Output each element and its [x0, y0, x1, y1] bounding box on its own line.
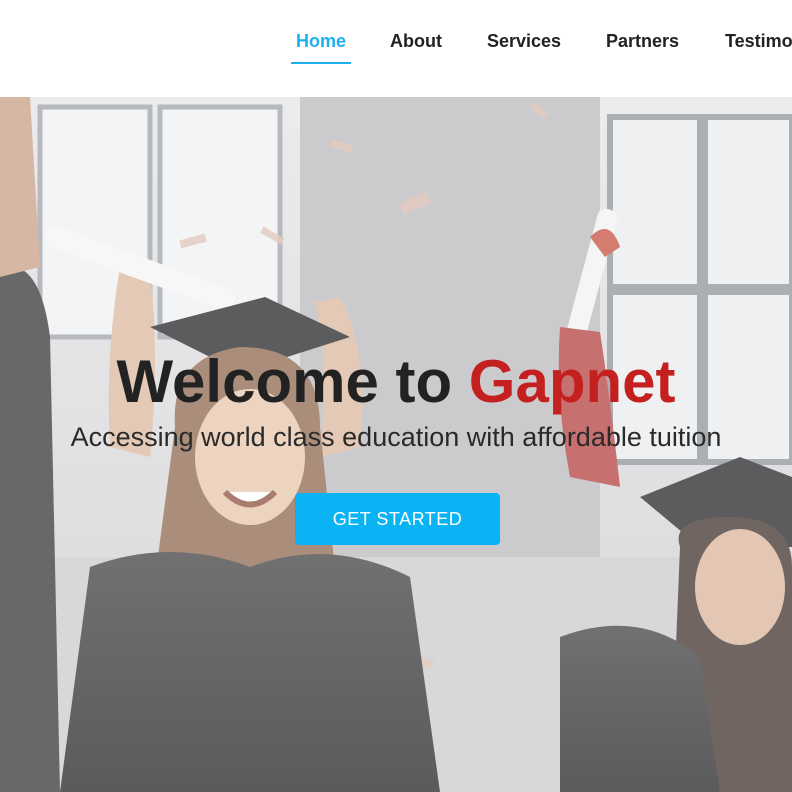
nav-item-services[interactable]: Services: [487, 31, 561, 52]
nav-item-partners[interactable]: Partners: [606, 31, 679, 52]
nav-active-indicator: [291, 62, 351, 64]
hero-subtitle: Accessing world class education with aff…: [70, 422, 722, 452]
nav-item-about[interactable]: About: [390, 31, 442, 52]
hero-section: Welcome to Gapnet Accessing world class …: [0, 97, 792, 792]
hero-title-prefix: Welcome to: [116, 348, 469, 415]
site-header: Home About Services Partners Testimo: [0, 0, 792, 97]
get-started-button[interactable]: GET STARTED: [295, 493, 500, 545]
hero-title-brand: Gapnet: [468, 348, 676, 415]
nav-item-testimonials[interactable]: Testimo: [725, 31, 792, 52]
hero-title: Welcome to Gapnet: [0, 347, 792, 416]
nav-item-home[interactable]: Home: [296, 31, 346, 52]
